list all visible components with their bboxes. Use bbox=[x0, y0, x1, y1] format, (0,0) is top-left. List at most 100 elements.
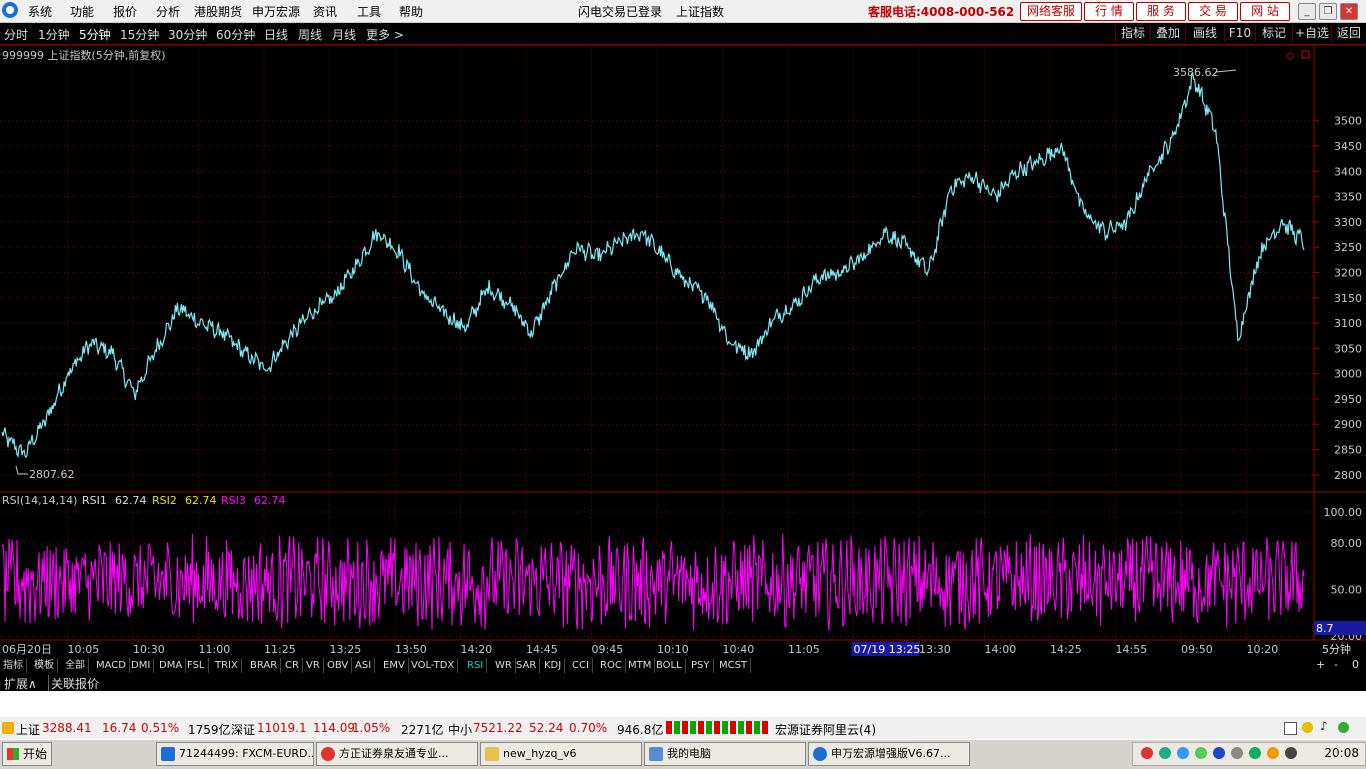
indicator-tab-cci[interactable]: CCI bbox=[569, 658, 593, 673]
diamond-icon[interactable]: ◇ bbox=[1286, 49, 1295, 62]
sh-percent: 0.51% bbox=[141, 721, 180, 735]
indicator-tab-roc[interactable]: ROC bbox=[597, 658, 626, 673]
price-tick-label: 3300 bbox=[1334, 216, 1362, 229]
indicator-tab-模板[interactable]: 模板 bbox=[31, 658, 58, 673]
price-tick-label: 2900 bbox=[1334, 418, 1362, 431]
low-annotation-pointer bbox=[15, 465, 28, 475]
task-my-computer[interactable]: 我的电脑 bbox=[644, 742, 806, 766]
indicator-tab-mcst[interactable]: MCST bbox=[716, 658, 752, 673]
zx-amount: 946.8亿 bbox=[617, 723, 664, 737]
x-tick-label: 10:10 bbox=[657, 643, 689, 656]
computer-icon bbox=[649, 747, 663, 761]
zx-percent: 0.70% bbox=[569, 721, 608, 735]
high-annotation-pointer bbox=[1215, 69, 1237, 73]
price-tick-label: 3350 bbox=[1334, 191, 1362, 204]
tray-icon[interactable] bbox=[1267, 747, 1279, 759]
price-line-group bbox=[1, 72, 1305, 459]
indicator-tab-指标[interactable]: 指标 bbox=[0, 658, 27, 673]
related-quotes-button[interactable]: 关联报价 bbox=[48, 675, 99, 692]
start-button[interactable]: 开始 bbox=[2, 742, 52, 766]
x-tick-label: 14:20 bbox=[461, 643, 493, 656]
zx-change: 52.24 bbox=[529, 721, 564, 735]
indicator-tab-sar[interactable]: SAR bbox=[513, 658, 541, 673]
sz-value: 11019.1 bbox=[257, 721, 307, 735]
tray-icon[interactable] bbox=[1195, 747, 1207, 759]
indicator-tab-fsl[interactable]: FSL bbox=[184, 658, 209, 673]
indicator-tab-cr[interactable]: CR bbox=[282, 658, 303, 673]
window-icon[interactable] bbox=[1284, 722, 1297, 735]
indicator-tab-trix[interactable]: TRIX bbox=[212, 658, 242, 673]
rsi-tick-label: 50.00 bbox=[1331, 584, 1363, 597]
x-tick-label: 11:25 bbox=[264, 643, 296, 656]
price-tick-label: 3150 bbox=[1334, 292, 1362, 305]
indicator-tab-psy[interactable]: PSY bbox=[688, 658, 714, 673]
status-bar: 上证 3288.41 16.74 0.51% 1759亿 深证 11019.1 … bbox=[0, 717, 1366, 739]
rsi2-value: 62.74 bbox=[185, 494, 217, 507]
bluetooth-icon[interactable] bbox=[1213, 747, 1225, 759]
price-tick-label: 2950 bbox=[1334, 393, 1362, 406]
indicator-tab-dmi[interactable]: DMI bbox=[128, 658, 155, 673]
x-tick-label: 13:30 bbox=[919, 643, 951, 656]
x-tick-label: 10:40 bbox=[723, 643, 755, 656]
rsi3-value: 62.74 bbox=[254, 494, 286, 507]
indicator-tab-rsi[interactable]: RSI bbox=[464, 658, 488, 673]
rsi-line bbox=[1, 533, 1305, 631]
indicator-tab-obv[interactable]: OBV bbox=[324, 658, 353, 673]
indicator-tab-kdj[interactable]: KDJ bbox=[541, 658, 566, 673]
task-browser[interactable]: 方正证券泉友通专业... bbox=[316, 742, 478, 766]
chart-area[interactable]: 3500 3450 3400 3350 3300 3250 3200 3150 3100 3050… bbox=[0, 0, 1366, 768]
extension-panel bbox=[0, 691, 1366, 717]
indicator-tab-mtm[interactable]: MTM bbox=[625, 658, 656, 673]
task-folder[interactable]: new_hyzq_v6 bbox=[480, 742, 642, 766]
tray-icon[interactable] bbox=[1177, 747, 1189, 759]
indicator-tab-brar[interactable]: BRAR bbox=[247, 658, 282, 673]
notify-icon[interactable] bbox=[1302, 722, 1313, 733]
rsi-title: RSI(14,14,14) bbox=[2, 494, 77, 507]
indicator-tab-vr[interactable]: VR bbox=[303, 658, 324, 673]
tray-icon[interactable] bbox=[1249, 747, 1261, 759]
sound-icon[interactable]: ♪ bbox=[1320, 719, 1328, 733]
indicator-tab-macd[interactable]: MACD bbox=[93, 658, 130, 673]
x-tick-label: 06月20日 bbox=[2, 643, 52, 656]
system-tray: 20:08 bbox=[1132, 742, 1366, 766]
zoom-in-icon[interactable]: + bbox=[1316, 658, 1325, 671]
settings-icon[interactable]: 0 bbox=[1352, 658, 1359, 671]
rsi1-value: 62.74 bbox=[115, 494, 147, 507]
folder-icon bbox=[485, 747, 499, 761]
sh-value: 3288.41 bbox=[42, 721, 92, 735]
zx-label: 中小 bbox=[448, 723, 473, 737]
indicator-tab-vol-tdx[interactable]: VOL-TDX bbox=[408, 658, 459, 673]
sh-change: 16.74 bbox=[102, 721, 137, 735]
indicator-tab-emv[interactable]: EMV bbox=[380, 658, 409, 673]
windows-taskbar: 开始 71244499: FXCM-EURD... 方正证券泉友通专业... n… bbox=[0, 739, 1366, 769]
indicator-tab-全部[interactable]: 全部 bbox=[62, 658, 89, 673]
indicator-tab-boll[interactable]: BOLL bbox=[653, 658, 686, 673]
indicator-tab-dma[interactable]: DMA bbox=[156, 658, 187, 673]
price-tick-label: 3000 bbox=[1334, 368, 1362, 381]
x-axis-ticks: 06月20日 10:05 10:30 11:00 11:25 13:25 13:50 14:2… bbox=[2, 642, 1278, 656]
tray-icon[interactable] bbox=[1141, 747, 1153, 759]
zoom-icon[interactable] bbox=[1301, 50, 1310, 59]
extension-bar: 扩展∧ 关联报价 bbox=[0, 674, 1366, 692]
tray-icon[interactable] bbox=[1231, 747, 1243, 759]
price-tick-label: 2800 bbox=[1334, 469, 1362, 482]
x-tick-label: 14:45 bbox=[526, 643, 558, 656]
rsi1-name: RSI1 bbox=[82, 494, 107, 507]
x-tick-label: 14:25 bbox=[1050, 643, 1082, 656]
price-tick-label: 3500 bbox=[1334, 115, 1362, 128]
rsi-legend: RSI(14,14,14) RSI1 62.74 RSI2 62.74 RSI3… bbox=[2, 494, 286, 507]
zoom-out-icon[interactable]: - bbox=[1334, 658, 1338, 671]
connect-icon[interactable] bbox=[1338, 722, 1349, 733]
price-line bbox=[1, 72, 1305, 459]
rsi3-name: RSI3 bbox=[221, 494, 246, 507]
x-tick-label: 09:45 bbox=[592, 643, 624, 656]
price-tick-label: 3400 bbox=[1334, 165, 1362, 178]
volume-icon[interactable] bbox=[1285, 747, 1297, 759]
task-swhy[interactable]: 申万宏源增强版V6.67... bbox=[808, 742, 970, 766]
tray-icon[interactable] bbox=[1159, 747, 1171, 759]
x-tick-label: 13:25 bbox=[330, 643, 362, 656]
sh-label: 上证 bbox=[16, 723, 41, 737]
task-fxcm[interactable]: 71244499: FXCM-EURD... bbox=[156, 742, 314, 766]
expand-button[interactable]: 扩展∧ bbox=[4, 675, 37, 692]
indicator-tab-asi[interactable]: ASI bbox=[352, 658, 376, 673]
